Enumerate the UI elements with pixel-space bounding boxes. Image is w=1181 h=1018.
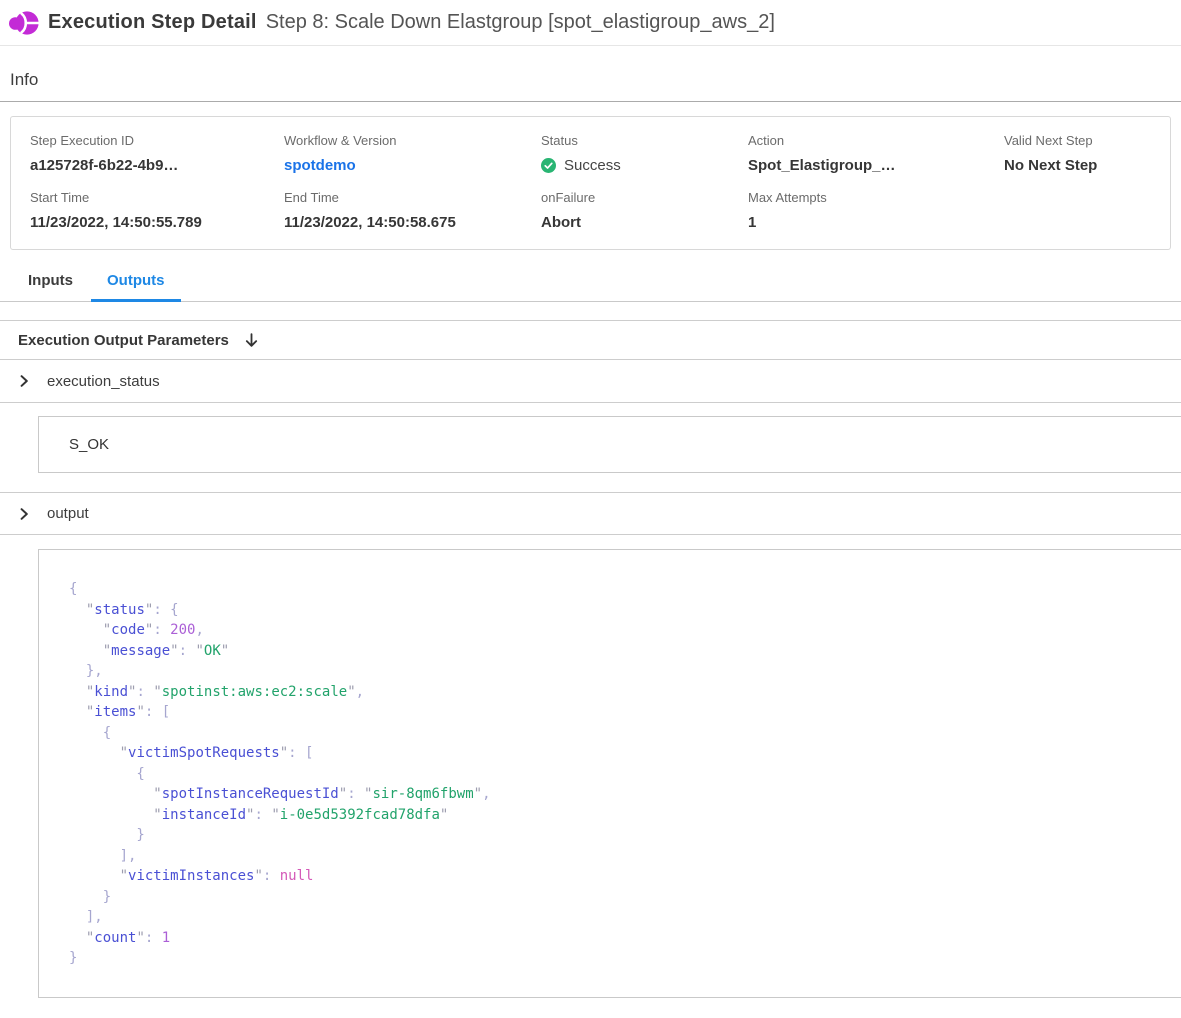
field-label: End Time [284,190,541,205]
field-label: Max Attempts [748,190,1004,205]
field-value: a125728f-6b22-4b9… [30,157,284,174]
field-label: Start Time [30,190,284,205]
field-label: Step Execution ID [30,133,284,148]
field-end-time: End Time 11/23/2022, 14:50:58.675 [284,190,541,231]
field-label: Action [748,133,1004,148]
field-valid-next-step: Valid Next Step No Next Step [1004,133,1170,175]
app-header: Execution Step Detail Step 8: Scale Down… [0,0,1181,46]
info-section-label: Info [0,46,1181,102]
field-start-time: Start Time 11/23/2022, 14:50:55.789 [30,190,284,231]
field-label: Status [541,133,748,148]
tab-inputs[interactable]: Inputs [12,262,89,302]
json-viewer: { "status": { "code": 200, "message": "O… [38,549,1181,998]
success-icon [541,158,556,173]
field-step-execution-id: Step Execution ID a125728f-6b22-4b9… [30,133,284,175]
tabbar: Inputs Outputs [0,262,1181,302]
field-value: 11/23/2022, 14:50:55.789 [30,214,284,231]
execution-output-parameters-header: Execution Output Parameters [0,320,1181,360]
field-onfailure: onFailure Abort [541,190,748,231]
field-workflow-version: Workflow & Version spotdemo [284,133,541,175]
page-subtitle: Step 8: Scale Down Elastgroup [spot_elas… [266,11,775,34]
field-value: Spot_Elastigroup_… [748,157,1004,174]
field-label: onFailure [541,190,748,205]
field-value: 1 [748,214,1004,231]
download-icon[interactable] [243,332,260,349]
page-title: Execution Step Detail [48,11,257,34]
field-label: Workflow & Version [284,133,541,148]
workflow-link[interactable]: spotdemo [284,157,356,174]
param-row-execution-status[interactable]: execution_status [0,360,1181,403]
field-status: Status Success [541,133,748,175]
field-label: Valid Next Step [1004,133,1170,148]
chevron-right-icon [18,375,30,387]
param-name: execution_status [47,373,160,390]
execution-output-parameters-title: Execution Output Parameters [18,332,229,349]
field-value: Abort [541,214,748,231]
tab-outputs[interactable]: Outputs [91,262,181,302]
field-value: 11/23/2022, 14:50:58.675 [284,214,541,231]
field-action: Action Spot_Elastigroup_… [748,133,1004,175]
brand-logo-icon [9,8,39,38]
status-badge: Success [541,157,748,174]
param-name: output [47,505,89,522]
execution-status-value: S_OK [38,416,1181,473]
info-card: Step Execution ID a125728f-6b22-4b9… Wor… [10,116,1171,250]
status-text: Success [564,157,621,174]
field-max-attempts: Max Attempts 1 [748,190,1004,231]
param-row-output[interactable]: output [0,492,1181,535]
chevron-right-icon [18,508,30,520]
field-value: No Next Step [1004,157,1170,174]
